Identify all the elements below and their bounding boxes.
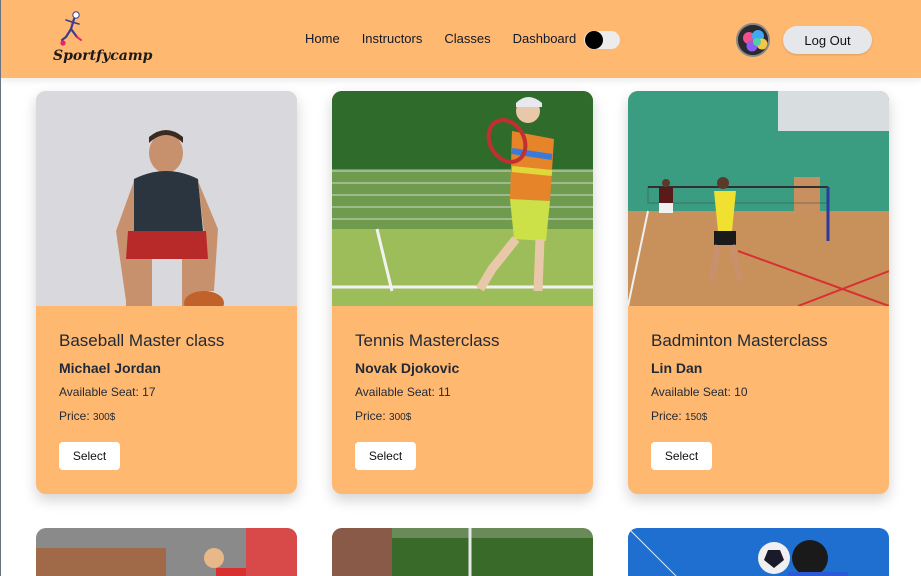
class-card-partial [36,528,297,576]
price-value: 300$ [389,412,412,423]
price-label: Price: [355,409,390,423]
class-card: Baseball Master class Michael Jordan Ava… [36,91,297,494]
instructor-name: Lin Dan [651,360,703,376]
navbar: Sportfycamp Home Instructors Classes Das… [1,0,921,78]
class-title: Tennis Masterclass [355,331,500,350]
theme-toggle[interactable] [584,31,620,49]
class-card-partial [628,528,889,576]
card-body: Baseball Master class Michael Jordan Ava… [59,331,283,423]
price: Price: 150$ [651,409,875,423]
price: Price: 300$ [355,409,579,423]
class-title: Baseball Master class [59,331,225,350]
class-image [36,91,297,306]
avatar[interactable] [736,23,770,57]
class-image [332,91,593,306]
price-value: 300$ [93,412,116,423]
class-image [332,528,593,576]
page: Sportfycamp Home Instructors Classes Das… [0,0,921,576]
class-title: Badminton Masterclass [651,331,828,350]
price: Price: 300$ [59,409,283,423]
class-card: Badminton Masterclass Lin Dan Available … [628,91,889,494]
nav-instructors[interactable]: Instructors [362,31,423,46]
nav-dashboard[interactable]: Dashboard [513,31,577,46]
price-value: 150$ [685,412,708,423]
logo[interactable]: Sportfycamp [53,10,163,70]
available-seats: Available Seat: 10 [651,385,748,399]
logout-button[interactable]: Log Out [783,26,872,54]
select-button[interactable]: Select [355,442,416,470]
class-image [628,91,889,306]
card-body: Tennis Masterclass Novak Djokovic Availa… [355,331,579,423]
available-seats: Available Seat: 17 [59,385,156,399]
soccer-player-icon [60,11,82,46]
instructor-name: Novak Djokovic [355,360,460,376]
nav-home[interactable]: Home [305,31,340,46]
logo-text: Sportfycamp [53,48,153,64]
nav-classes[interactable]: Classes [444,31,490,46]
select-button[interactable]: Select [651,442,712,470]
instructor-name: Michael Jordan [59,360,161,376]
card-body: Badminton Masterclass Lin Dan Available … [651,331,875,423]
class-card: Tennis Masterclass Novak Djokovic Availa… [332,91,593,494]
price-label: Price: [59,409,94,423]
select-button[interactable]: Select [59,442,120,470]
avatar-balloons-icon [738,25,768,55]
class-image [628,528,889,576]
price-label: Price: [651,409,686,423]
class-image [36,528,297,576]
class-card-partial [332,528,593,576]
nav-links: Home Instructors Classes Dashboard [305,31,598,46]
available-seats: Available Seat: 11 [355,385,451,399]
toggle-knob [585,31,603,49]
